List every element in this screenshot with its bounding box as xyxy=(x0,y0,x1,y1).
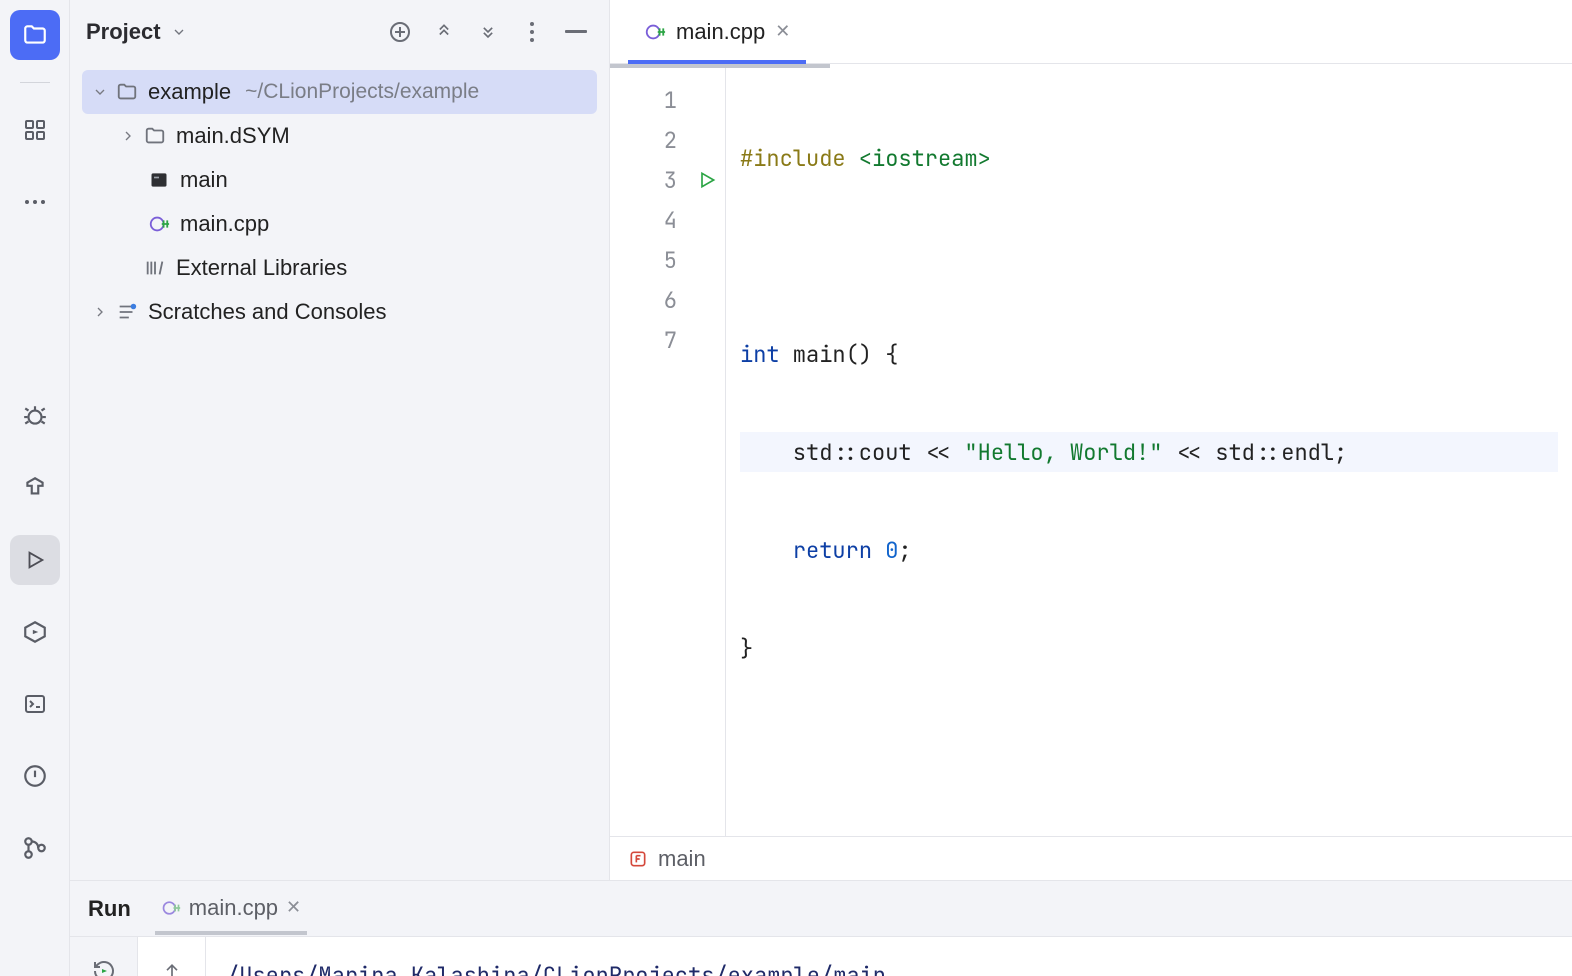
build-tool-button[interactable] xyxy=(10,463,60,513)
gutter-line[interactable]: 7 xyxy=(610,320,725,360)
terminal-tool-button[interactable] xyxy=(10,679,60,729)
run-tool-button[interactable] xyxy=(10,535,60,585)
run-gutter-icon[interactable] xyxy=(697,170,717,190)
run-panel-title: Run xyxy=(88,896,131,922)
project-panel: Project example ~/CLionProjects/example xyxy=(70,0,610,880)
chevron-right-icon xyxy=(116,128,140,144)
console-output[interactable]: /Users/Marina.Kalashina/CLionProjects/ex… xyxy=(206,937,1572,976)
rerun-button[interactable] xyxy=(84,951,124,976)
services-tool-button[interactable] xyxy=(10,607,60,657)
editor-tab-main-cpp[interactable]: main.cpp ✕ xyxy=(628,0,806,63)
tree-root-path: ~/CLionProjects/example xyxy=(245,80,479,104)
editor-area: main.cpp ✕ 1 2 3 4 5 6 7 xyxy=(610,0,1572,880)
run-left-toolbar xyxy=(70,937,138,976)
project-tool-button[interactable] xyxy=(10,10,60,60)
function-icon xyxy=(628,849,648,869)
editor-gutter: 1 2 3 4 5 6 7 xyxy=(610,68,726,836)
tree-item-label: main.cpp xyxy=(180,211,269,237)
chevron-right-icon xyxy=(88,304,112,320)
cpp-file-icon xyxy=(161,898,181,918)
problems-tool-button[interactable] xyxy=(10,751,60,801)
tree-root-example[interactable]: example ~/CLionProjects/example xyxy=(82,70,597,114)
close-tab-icon[interactable]: ✕ xyxy=(775,21,790,42)
structure-tool-button[interactable] xyxy=(10,105,60,155)
editor-breadcrumbs[interactable]: main xyxy=(610,836,1572,880)
folder-icon xyxy=(112,81,142,103)
console-line: /Users/Marina.Kalashina/CLionProjects/ex… xyxy=(226,955,1552,976)
editor-tabs: main.cpp ✕ xyxy=(610,0,1572,64)
gutter-line[interactable]: 1 xyxy=(610,80,725,120)
expand-all-icon[interactable] xyxy=(427,15,461,49)
tree-scratches-label: Scratches and Consoles xyxy=(148,299,386,325)
chevron-down-icon xyxy=(88,84,112,100)
hide-panel-icon[interactable] xyxy=(559,15,593,49)
code-editor[interactable]: 1 2 3 4 5 6 7 #include <iostream> int ma… xyxy=(610,68,1572,836)
cpp-file-icon xyxy=(644,21,666,43)
separator xyxy=(20,82,50,83)
gutter-line[interactable]: 6 xyxy=(610,280,725,320)
run-panel: Run main.cpp ✕ xyxy=(70,880,1572,976)
project-tree: example ~/CLionProjects/example main.dSY… xyxy=(70,64,609,340)
scratches-icon xyxy=(112,301,142,323)
select-opened-file-icon[interactable] xyxy=(383,15,417,49)
code-content[interactable]: #include <iostream> int main() { std::co… xyxy=(726,68,1572,836)
folder-icon xyxy=(140,125,170,147)
breadcrumb-label: main xyxy=(658,846,706,872)
run-config-tab[interactable]: main.cpp ✕ xyxy=(155,883,307,935)
tree-scratches[interactable]: Scratches and Consoles xyxy=(82,290,597,334)
project-dropdown-icon[interactable] xyxy=(171,24,187,40)
tree-external-libraries[interactable]: External Libraries xyxy=(82,246,597,290)
vcs-tool-button[interactable] xyxy=(10,823,60,873)
editor-tab-label: main.cpp xyxy=(676,19,765,45)
left-tool-strip xyxy=(0,0,70,976)
binary-icon xyxy=(144,170,174,190)
close-config-icon[interactable]: ✕ xyxy=(286,897,301,918)
more-tools-button[interactable] xyxy=(10,177,60,227)
project-panel-title: Project xyxy=(86,19,161,45)
run-console-toolbar xyxy=(138,937,206,976)
gutter-line[interactable]: 2 xyxy=(610,120,725,160)
tree-item-label: main xyxy=(180,167,228,193)
collapse-all-icon[interactable] xyxy=(471,15,505,49)
cpp-file-icon xyxy=(144,213,174,235)
tree-root-label: example xyxy=(148,79,231,105)
run-config-label: main.cpp xyxy=(189,895,278,921)
up-stack-icon[interactable] xyxy=(152,951,192,976)
gutter-line[interactable]: 4 xyxy=(610,200,725,240)
tree-item-main-binary[interactable]: main xyxy=(82,158,597,202)
tree-item-main-dsym[interactable]: main.dSYM xyxy=(82,114,597,158)
gutter-line[interactable]: 5 xyxy=(610,240,725,280)
tree-external-label: External Libraries xyxy=(176,255,347,281)
debug-tool-button[interactable] xyxy=(10,391,60,441)
tree-item-main-cpp[interactable]: main.cpp xyxy=(82,202,597,246)
tree-item-label: main.dSYM xyxy=(176,123,290,149)
panel-options-icon[interactable] xyxy=(515,15,549,49)
library-icon xyxy=(140,257,170,279)
gutter-line[interactable]: 3 xyxy=(610,160,725,200)
